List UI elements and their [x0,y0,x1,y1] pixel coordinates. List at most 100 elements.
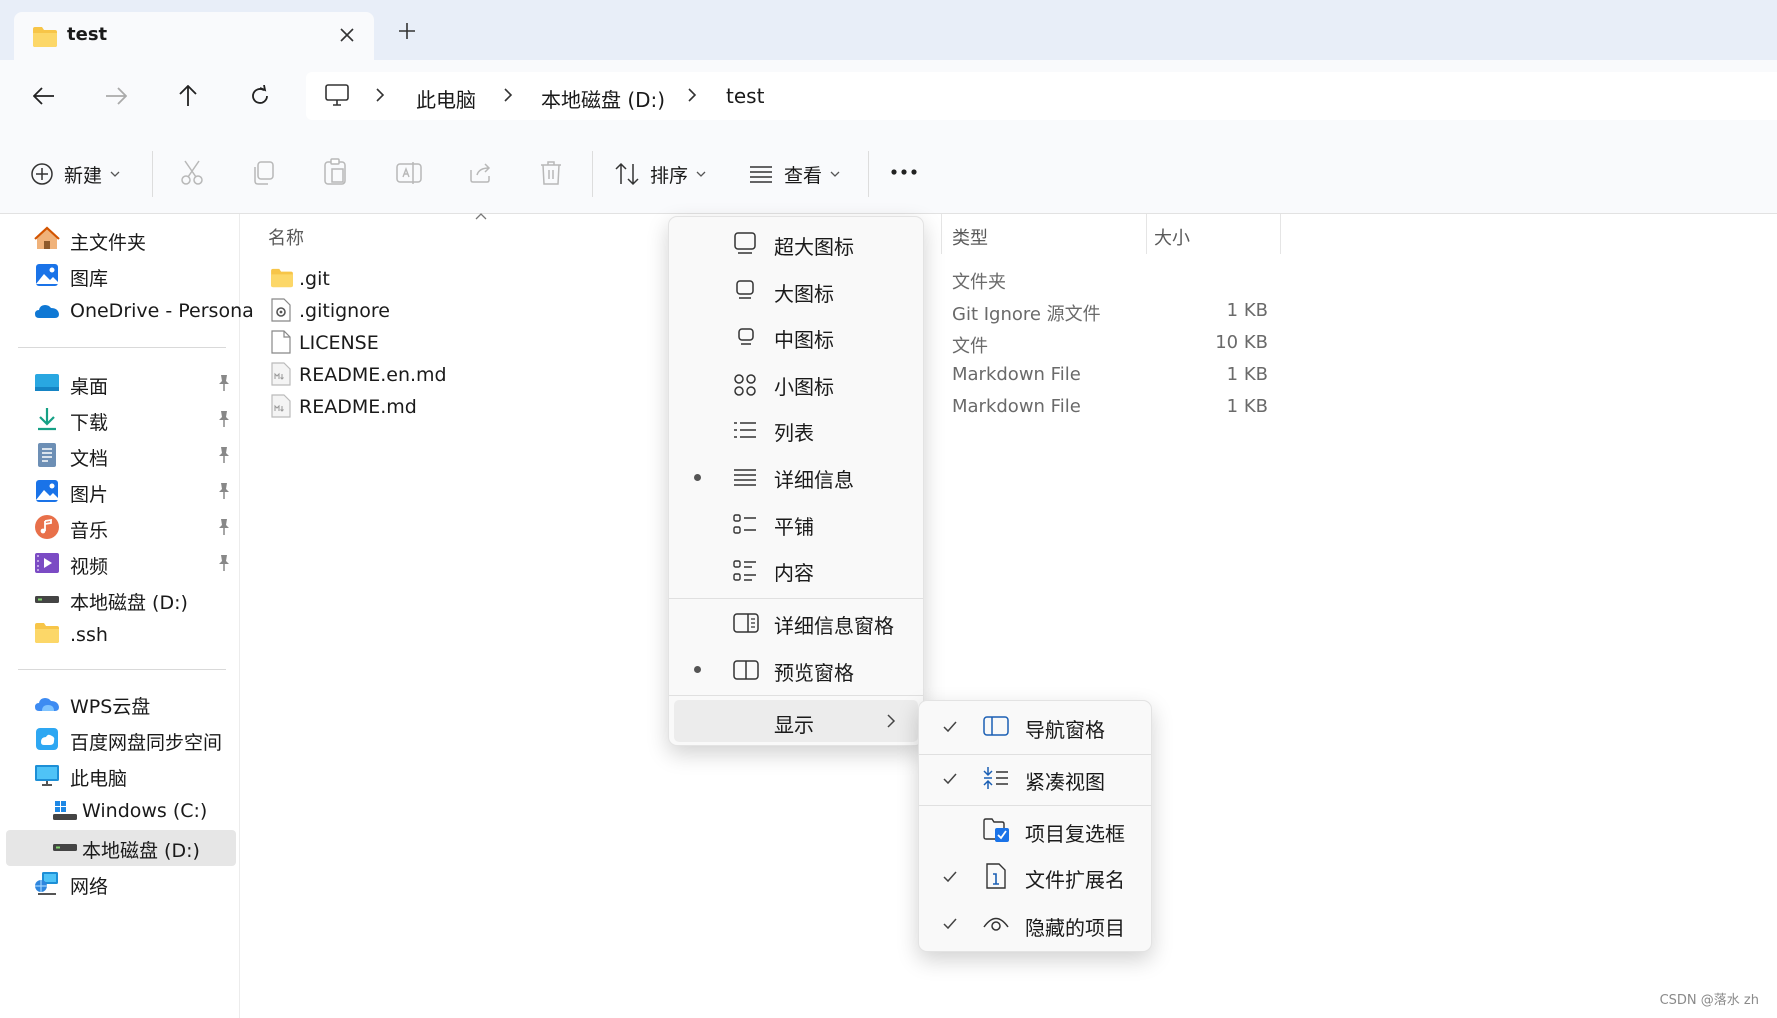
sidebar-item-label: 视频 [70,556,109,578]
file-size: 1 KB [1226,396,1268,417]
column-divider[interactable] [1280,214,1281,254]
check-icon [942,772,958,786]
chevron-right-icon[interactable] [374,86,386,104]
breadcrumb-item[interactable]: test [726,84,764,108]
sidebar-item-label: 本地磁盘 (D:) [82,840,200,862]
menu-item-label: 显示 [774,713,814,737]
menu-item-label: 详细信息 [774,468,854,492]
file-size: 10 KB [1215,332,1268,353]
submenu-item-label: 隐藏的项目 [1025,916,1125,940]
forward-button[interactable] [96,76,136,116]
network-icon [34,870,60,896]
column-divider[interactable] [941,214,942,254]
markdown-file-icon [271,362,291,386]
breadcrumb-item[interactable]: 本地磁盘 (D:) [541,84,665,113]
toolbar-divider [592,151,593,197]
sort-ascending-icon [474,212,488,220]
folder-icon [270,268,294,288]
tiles-view-icon [733,513,757,535]
column-header-type[interactable]: 类型 [952,224,988,250]
rename-icon[interactable] [395,160,423,186]
folder-icon [34,622,60,648]
pin-icon[interactable] [216,482,232,500]
large-icons-icon [735,279,755,301]
up-button[interactable] [168,76,208,116]
close-icon[interactable] [334,22,360,48]
watermark: CSDN @落水 zh [1659,993,1759,1008]
delete-icon[interactable] [539,160,563,186]
column-header-size[interactable]: 大小 [1154,224,1190,250]
compact-view-icon [983,766,1009,790]
submenu-item-label: 紧凑视图 [1025,770,1105,794]
view-button[interactable]: 查看 [748,158,858,190]
submenu-item-label: 导航窗格 [1025,718,1105,742]
sidebar-item-label: 桌面 [70,376,109,398]
pin-icon[interactable] [216,554,232,572]
content-view-icon [733,559,757,583]
wps-cloud-icon [34,690,60,716]
share-icon[interactable] [467,160,493,184]
refresh-button[interactable] [240,76,280,116]
cut-icon[interactable] [180,160,204,186]
menu-item-label: 中图标 [774,328,834,352]
menu-divider [669,695,923,696]
check-icon [942,720,958,734]
documents-icon [34,442,60,468]
navigation-pane-icon [983,716,1009,736]
submenu-item-label: 文件扩展名 [1025,868,1125,892]
back-button[interactable] [24,76,64,116]
chevron-right-icon [886,713,896,729]
chevron-right-icon[interactable] [686,86,698,104]
tab-test[interactable]: test [14,12,374,60]
sidebar-item-label: 此电脑 [70,768,128,790]
new-button-label: 新建 [64,164,103,187]
menu-item-label: 列表 [774,421,814,445]
sidebar-item-label: 下载 [70,412,109,434]
drive-icon [34,586,60,612]
address-bar[interactable] [306,72,1777,120]
download-icon [34,406,60,432]
add-circle-icon [30,162,54,186]
menu-item-label: 超大图标 [774,235,854,259]
breadcrumb-item[interactable]: 此电脑 [416,84,476,113]
sidebar-divider [18,347,226,348]
menu-divider [669,598,923,599]
preview-pane-icon [733,660,759,680]
file-name: README.en.md [299,364,447,386]
paste-icon[interactable] [323,158,347,186]
new-tab-button[interactable] [398,22,424,48]
home-icon [34,226,60,252]
desktop-icon [34,370,60,396]
this-pc-icon[interactable] [324,83,350,107]
details-view-icon [733,468,757,486]
menu-item-label: 平铺 [774,515,814,539]
sort-icon [614,162,640,186]
pin-icon[interactable] [216,518,232,536]
column-header-name[interactable]: 名称 [268,224,304,250]
file-extension-icon [985,863,1007,889]
copy-icon[interactable] [251,160,275,186]
onedrive-icon [34,298,60,324]
new-button[interactable]: 新建 [30,158,130,190]
more-options-icon[interactable] [890,168,918,176]
column-divider[interactable] [1146,214,1147,254]
extra-large-icons-icon [733,231,757,255]
sidebar-item-label: WPS云盘 [70,696,151,718]
tab-title: test [67,24,108,45]
menu-divider [919,754,1151,755]
item-checkbox-icon [983,817,1011,843]
folder-icon [32,26,58,48]
selected-bullet-icon [694,666,701,673]
toolbar-divider [868,151,869,197]
chevron-right-icon[interactable] [502,86,514,104]
sort-button[interactable]: 排序 [614,158,724,190]
pin-icon[interactable] [216,410,232,428]
menu-item-label: 小图标 [774,375,834,399]
pin-icon[interactable] [216,374,232,392]
details-pane-icon [733,613,759,633]
list-view-icon [733,421,757,439]
pin-icon[interactable] [216,446,232,464]
menu-item-label: 内容 [774,561,814,585]
chevron-down-icon [830,170,840,178]
sidebar-item-label: 图库 [70,268,109,290]
